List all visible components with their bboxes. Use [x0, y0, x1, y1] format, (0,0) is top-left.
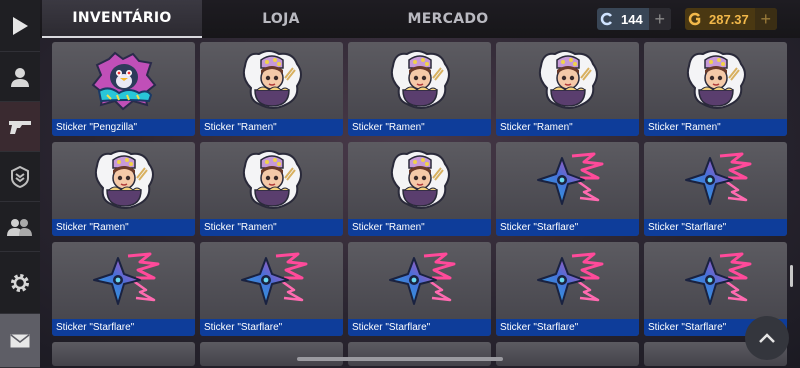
- sidebar: [0, 0, 40, 368]
- sticker-image: [200, 242, 343, 319]
- ramen-sticker-art: [390, 149, 450, 209]
- gold-value: 287.37: [709, 11, 749, 27]
- home-indicator: [297, 357, 503, 361]
- sticker-image: [348, 142, 491, 219]
- rank-button[interactable]: [0, 152, 40, 202]
- weapons-button[interactable]: [0, 102, 40, 152]
- item-label: Sticker "Ramen": [644, 119, 787, 136]
- starflare-sticker-art: [684, 252, 751, 305]
- item-label: Sticker "Ramen": [52, 219, 195, 236]
- sticker-image: [348, 42, 491, 119]
- add-silver-button[interactable]: +: [648, 8, 671, 30]
- profile-button[interactable]: [0, 52, 40, 102]
- inventory-item-card[interactable]: Sticker "Pengzilla": [52, 42, 195, 136]
- inventory-item-card[interactable]: Sticker "Ramen": [52, 142, 195, 236]
- scroll-to-top-button[interactable]: [745, 316, 789, 360]
- starflare-sticker-art: [536, 252, 603, 305]
- inventory-item-card[interactable]: Sticker "Starflare": [496, 242, 639, 336]
- play-button[interactable]: [0, 0, 40, 52]
- gold-coin-icon: [685, 8, 705, 30]
- item-label: Sticker "Pengzilla": [52, 119, 195, 136]
- profile-icon: [11, 67, 29, 87]
- starflare-sticker-art: [536, 152, 603, 205]
- ramen-sticker-art: [94, 149, 154, 209]
- silver-coin-icon: [597, 8, 617, 30]
- friends-button[interactable]: [0, 202, 40, 252]
- inventory-item-card[interactable]: [348, 342, 491, 366]
- item-label: Sticker "Starflare": [496, 219, 639, 236]
- item-label: Sticker "Ramen": [348, 119, 491, 136]
- item-label: Sticker "Starflare": [496, 319, 639, 336]
- item-label: Sticker "Starflare": [644, 219, 787, 236]
- ramen-sticker-art: [390, 49, 450, 109]
- starflare-sticker-art: [240, 252, 307, 305]
- friends-icon: [7, 218, 32, 236]
- chevron-up-icon: [759, 333, 775, 343]
- starflare-sticker-art: [684, 152, 751, 205]
- sticker-image: [496, 142, 639, 219]
- item-label: Sticker "Starflare": [52, 319, 195, 336]
- inventory-item-card[interactable]: Sticker "Ramen": [200, 42, 343, 136]
- rank-icon: [11, 165, 29, 188]
- inventory-item-card[interactable]: [496, 342, 639, 366]
- sticker-image: [52, 242, 195, 319]
- inventory-item-card[interactable]: Sticker "Starflare": [348, 242, 491, 336]
- mail-icon: [10, 333, 30, 347]
- tab-mercado[interactable]: MERCADO: [360, 0, 536, 38]
- sticker-image: [496, 242, 639, 319]
- tab-loja[interactable]: LOJA: [202, 0, 360, 38]
- gold-currency: 287.37 +: [685, 8, 777, 30]
- silver-currency: 144 +: [597, 8, 671, 30]
- item-label: Sticker "Starflare": [200, 319, 343, 336]
- inventory-item-card[interactable]: Sticker "Starflare": [200, 242, 343, 336]
- item-label: Sticker "Ramen": [496, 119, 639, 136]
- item-label: Sticker "Ramen": [200, 219, 343, 236]
- ramen-sticker-art: [538, 49, 598, 109]
- starflare-sticker-art: [92, 252, 159, 305]
- inventory-item-card[interactable]: Sticker "Ramen": [496, 42, 639, 136]
- starflare-sticker-art: [388, 252, 455, 305]
- play-icon: [13, 16, 28, 35]
- ramen-sticker-art: [242, 49, 302, 109]
- sticker-image: [52, 42, 195, 119]
- ramen-sticker-art: [242, 149, 302, 209]
- inventory-grid: Sticker "Pengzilla" Sticker "Ramen" Sticke…: [52, 42, 798, 368]
- inventory-item-card[interactable]: [52, 342, 195, 366]
- sticker-image: [644, 242, 787, 319]
- add-gold-button[interactable]: +: [754, 8, 777, 30]
- sticker-image: [496, 42, 639, 119]
- sticker-image: [348, 242, 491, 319]
- sticker-image: [200, 142, 343, 219]
- sticker-image: [644, 142, 787, 219]
- inventory-item-card[interactable]: Sticker "Ramen": [644, 42, 787, 136]
- inventory-item-card[interactable]: Sticker "Starflare": [496, 142, 639, 236]
- item-label: Sticker "Ramen": [348, 219, 491, 236]
- inventory-item-card[interactable]: [200, 342, 343, 366]
- inventory-item-card[interactable]: Sticker "Starflare": [52, 242, 195, 336]
- inventory-item-card[interactable]: Sticker "Starflare": [644, 142, 787, 236]
- tab-inventario[interactable]: INVENTÁRIO: [42, 0, 202, 38]
- item-label: Sticker "Ramen": [200, 119, 343, 136]
- weapon-icon: [9, 120, 31, 134]
- settings-button[interactable]: [0, 252, 40, 314]
- sticker-image: [644, 42, 787, 119]
- sticker-image: [52, 142, 195, 219]
- gear-icon: [11, 273, 29, 292]
- ramen-sticker-art: [686, 49, 746, 109]
- inventory-item-card[interactable]: Sticker "Ramen": [348, 42, 491, 136]
- item-label: Sticker "Starflare": [348, 319, 491, 336]
- sticker-image: [200, 42, 343, 119]
- silver-value: 144: [621, 11, 643, 27]
- inventory-item-card[interactable]: Sticker "Ramen": [200, 142, 343, 236]
- mail-button[interactable]: [0, 314, 40, 368]
- inventory-item-card[interactable]: Sticker "Ramen": [348, 142, 491, 236]
- pengzilla-sticker-art: [91, 51, 156, 110]
- scrollbar[interactable]: [790, 265, 793, 287]
